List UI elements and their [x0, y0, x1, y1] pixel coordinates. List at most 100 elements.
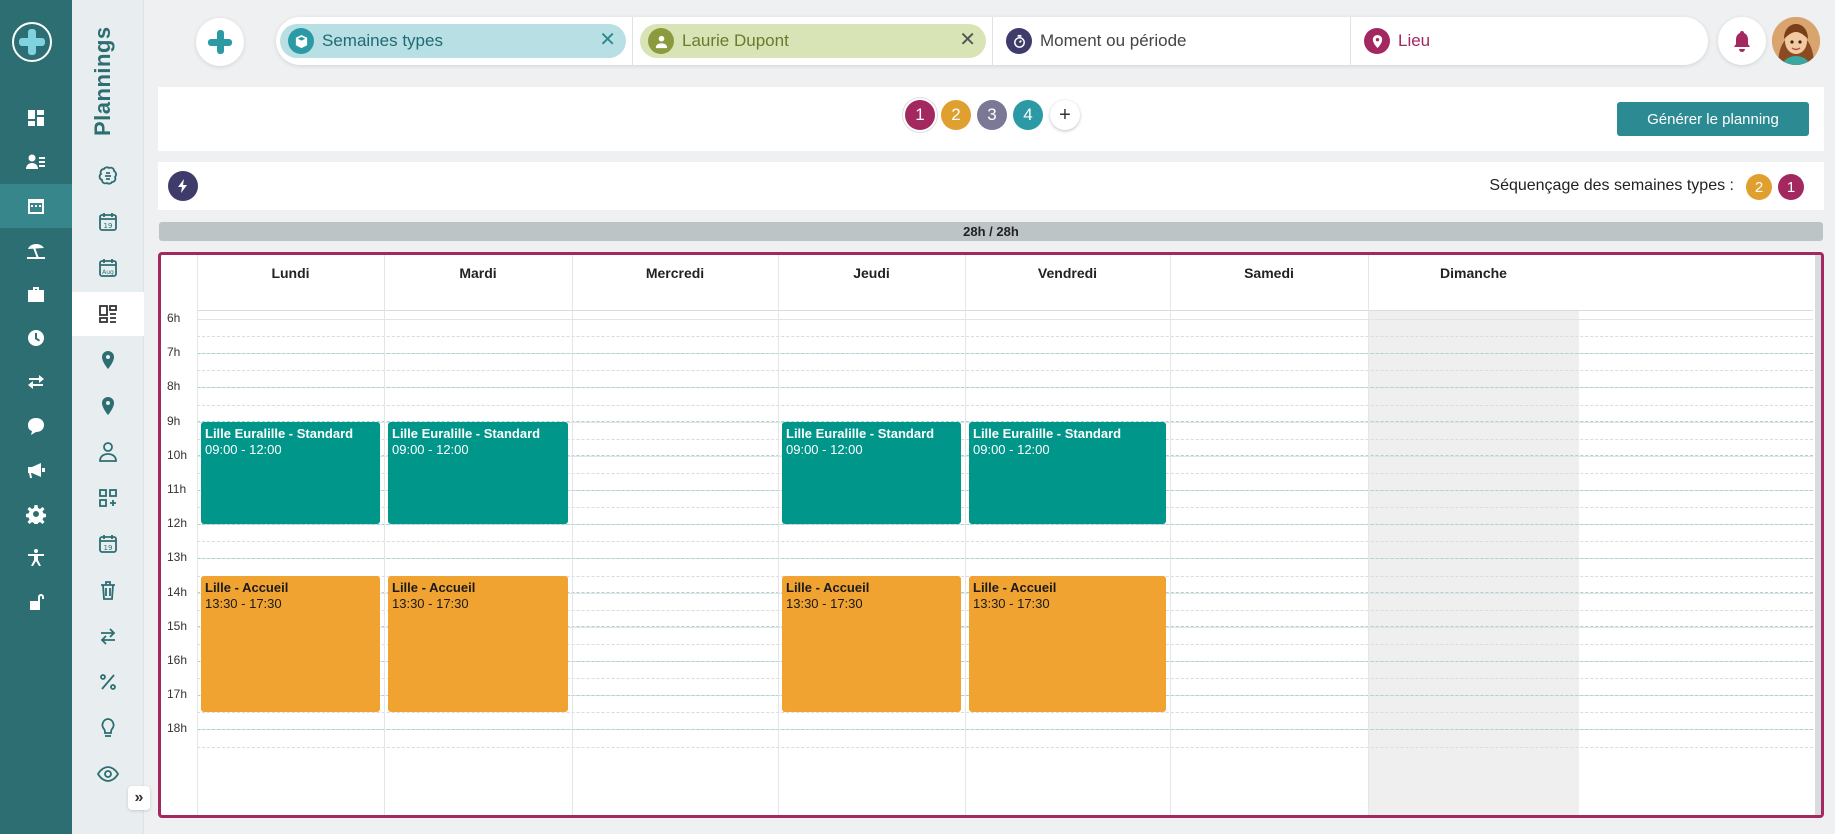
divider: [1350, 17, 1351, 65]
hour-label: 12h: [167, 516, 188, 531]
notification-button[interactable]: [1718, 17, 1766, 65]
filter-chip-label: Semaines types: [322, 31, 443, 50]
event-time: 13:30 - 17:30: [205, 595, 282, 611]
user-badge-icon[interactable]: [72, 430, 144, 474]
hour-label: 7h: [167, 345, 181, 360]
event-title: Lille Euralille - Standard: [973, 425, 1122, 441]
accessibility-icon[interactable]: [0, 536, 72, 580]
lightbulb-icon[interactable]: [72, 706, 144, 750]
sequence-badge-1[interactable]: 2: [1746, 174, 1772, 200]
home-button[interactable]: [196, 18, 244, 66]
planning-icon[interactable]: [0, 184, 72, 228]
calendar-event[interactable]: Lille - Accueil 13:30 - 17:30: [969, 575, 1166, 713]
app-logo-icon[interactable]: [12, 22, 52, 62]
event-title: Lille - Accueil: [786, 579, 870, 595]
event-title: Lille Euralille - Standard: [205, 425, 354, 441]
settings-gear-icon[interactable]: [0, 492, 72, 536]
event-title: Lille - Accueil: [205, 579, 289, 595]
week-2-button[interactable]: 2: [941, 100, 971, 130]
holidays-icon[interactable]: [0, 228, 72, 272]
cube-icon: [288, 28, 314, 54]
location-pin-2-icon[interactable]: [72, 384, 144, 428]
sequencing-panel: Séquençage des semaines types : 2 1: [158, 162, 1824, 210]
event-title: Lille Euralille - Standard: [392, 425, 541, 441]
calendar-event[interactable]: Lille - Accueil 13:30 - 17:30: [782, 575, 961, 713]
filter-lieu[interactable]: Lieu: [1356, 24, 1696, 58]
week-selector-panel: 1 2 3 4 + Générer le planning: [158, 87, 1824, 151]
brain-icon[interactable]: [72, 154, 144, 198]
day-header: Mardi: [459, 265, 497, 281]
svg-text:19: 19: [104, 222, 113, 230]
day-column-jeudi[interactable]: [778, 255, 965, 815]
unlock-icon[interactable]: [0, 580, 72, 624]
day-column-mardi[interactable]: [384, 255, 572, 815]
megaphone-icon[interactable]: [0, 448, 72, 492]
day-column-lundi[interactable]: [197, 255, 384, 815]
sequencing-label: Séquençage des semaines types :: [1489, 177, 1734, 194]
sequence-badge-2[interactable]: 1: [1778, 174, 1804, 200]
bell-icon: [1734, 31, 1750, 52]
user-icon: [648, 28, 674, 54]
event-time: 09:00 - 12:00: [392, 441, 469, 457]
generate-planning-button[interactable]: Générer le planning: [1617, 102, 1809, 136]
day-header: Dimanche: [1440, 265, 1507, 281]
filter-chip-week-types[interactable]: Semaines types ✕: [280, 24, 626, 58]
filter-chip-employee[interactable]: Laurie Dupont ✕: [640, 24, 986, 58]
hour-label: 11h: [167, 482, 187, 496]
trash-icon[interactable]: [72, 568, 144, 612]
remove-filter-icon[interactable]: ✕: [959, 30, 976, 50]
hour-label: 17h: [167, 687, 188, 702]
hour-label: 6h: [167, 311, 181, 325]
briefcase-icon[interactable]: [0, 272, 72, 316]
event-title: Lille - Accueil: [973, 579, 1057, 595]
lightning-button[interactable]: [168, 171, 198, 201]
chat-icon[interactable]: [0, 404, 72, 448]
location-pin-icon[interactable]: [72, 338, 144, 382]
week-3-button[interactable]: 3: [977, 100, 1007, 130]
calendar-scrollbar[interactable]: [1815, 255, 1821, 815]
hour-label: 16h: [167, 653, 188, 667]
day-column-mercredi[interactable]: [572, 255, 778, 815]
employees-icon[interactable]: [0, 140, 72, 184]
calendar-event[interactable]: Lille - Accueil 13:30 - 17:30: [388, 575, 568, 713]
calendar-event[interactable]: Lille Euralille - Standard 09:00 - 12:00: [969, 421, 1166, 525]
calendar-event[interactable]: Lille Euralille - Standard 09:00 - 12:00: [782, 421, 961, 525]
day-column-vendredi[interactable]: [965, 255, 1170, 815]
filter-chip-label: Laurie Dupont: [682, 31, 789, 50]
hours-summary-bar: 28h / 28h: [159, 222, 1823, 241]
user-avatar[interactable]: [1772, 17, 1820, 65]
remove-filter-icon[interactable]: ✕: [599, 30, 616, 50]
event-title: Lille Euralille - Standard: [786, 425, 935, 441]
hour-label: 15h: [167, 618, 188, 633]
calendar-event[interactable]: Lille Euralille - Standard 09:00 - 12:00: [201, 421, 380, 525]
filter-moment[interactable]: Moment ou période: [998, 24, 1348, 58]
swap-icon[interactable]: [72, 614, 144, 658]
event-time: 09:00 - 12:00: [205, 441, 282, 457]
dashboard-icon[interactable]: [0, 96, 72, 140]
calendar-day-icon[interactable]: 19: [72, 200, 144, 244]
clock-icon[interactable]: [0, 316, 72, 360]
add-week-button[interactable]: +: [1050, 100, 1080, 130]
hour-label: 10h: [167, 447, 188, 462]
calendar-month-icon[interactable]: Aug: [72, 246, 144, 290]
add-widget-icon[interactable]: [72, 476, 144, 520]
filter-label: Lieu: [1398, 31, 1431, 50]
exchange-icon[interactable]: [0, 360, 72, 404]
week-4-button[interactable]: 4: [1013, 100, 1043, 130]
expand-sidebar-button[interactable]: »: [128, 786, 150, 810]
hour-label: 14h: [167, 584, 188, 599]
calendar-date-icon[interactable]: 19: [72, 522, 144, 566]
divider: [632, 17, 633, 65]
svg-text:19: 19: [104, 544, 113, 552]
event-time: 13:30 - 17:30: [392, 595, 469, 611]
weekly-calendar: 6h 7h 8h 9h 10h 11h 12h 13h 14h 15h 16h 17h 18h Lundi…: [158, 252, 1824, 818]
calendar-event[interactable]: Lille - Accueil 13:30 - 17:30: [201, 575, 380, 713]
week-template-icon[interactable]: [72, 292, 144, 336]
day-column-dimanche[interactable]: [1368, 255, 1579, 815]
calendar-event[interactable]: Lille Euralille - Standard 09:00 - 12:00: [388, 421, 568, 525]
week-1-button[interactable]: 1: [905, 100, 935, 130]
day-column-samedi[interactable]: [1170, 255, 1368, 815]
event-time: 13:30 - 17:30: [786, 595, 863, 611]
percent-icon[interactable]: [72, 660, 144, 704]
hour-label: 18h: [167, 721, 188, 736]
